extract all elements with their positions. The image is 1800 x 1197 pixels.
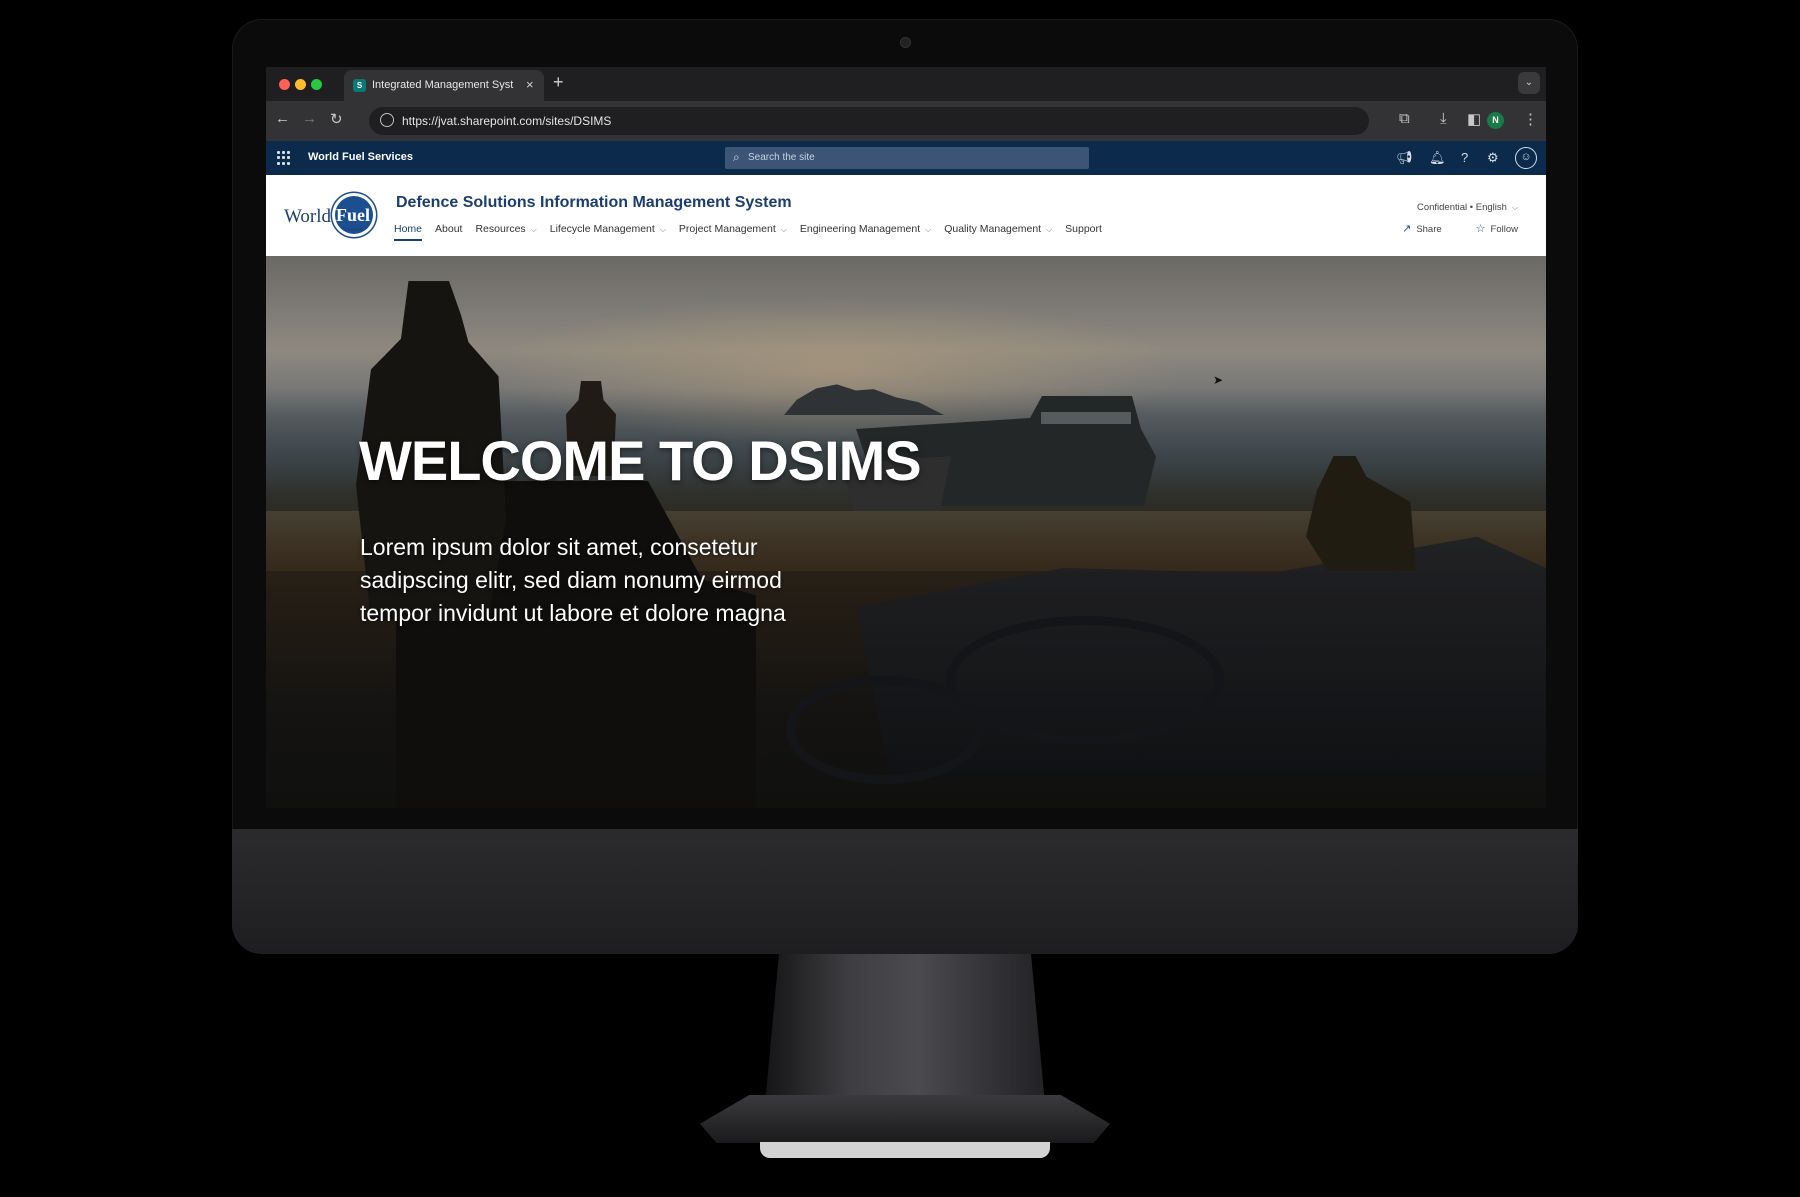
logo-word-fuel: Fuel <box>336 205 370 225</box>
account-icon[interactable]: ☺ <box>1515 147 1537 169</box>
nav-item-resources[interactable]: Resources ⌵ <box>475 223 536 241</box>
mouse-cursor-icon: ➤ <box>1213 373 1224 387</box>
sharepoint-suite-bar: World Fuel Services ⌕ Search the site 📢︎… <box>266 141 1546 175</box>
classification-label: Confidential <box>1416 202 1468 213</box>
tab-title: Integrated Management Syst <box>372 79 514 91</box>
nav-item-home[interactable]: Home <box>394 223 423 241</box>
site-info-icon[interactable] <box>380 113 394 127</box>
nav-item-engineering-management[interactable]: Engineering Management ⌵ <box>800 223 931 241</box>
help-icon[interactable]: ? <box>1461 150 1468 165</box>
nav-label: Project Management <box>678 223 776 235</box>
chevron-down-icon: ⌵ <box>530 225 537 234</box>
app-launcher-icon[interactable] <box>277 151 291 165</box>
camera <box>901 38 910 47</box>
back-arrow-icon[interactable]: ← <box>275 110 290 127</box>
reload-icon[interactable]: ↻ <box>330 110 343 128</box>
site-navigation: Home About Resources ⌵ Lifecycle Manageme… <box>394 223 1102 241</box>
url-text[interactable]: https://jvat.sharepoint.com/sites/DSIMS <box>402 114 611 128</box>
address-bar[interactable]: https://jvat.sharepoint.com/sites/DSIMS <box>369 107 1369 135</box>
new-tab-button[interactable]: + <box>553 72 564 93</box>
screen: S Integrated Management Syst × + ⌄ ← → ↻… <box>266 67 1546 808</box>
follow-label: Follow <box>1490 224 1518 235</box>
nav-label: Support <box>1065 223 1102 235</box>
site-header: World Fuel Services Defence Solutions In… <box>266 175 1546 256</box>
stand-reflection <box>760 1142 1050 1158</box>
browser-tab-strip: S Integrated Management Syst × + ⌄ <box>266 67 1546 101</box>
side-panel-icon[interactable]: ◧ <box>1467 110 1481 128</box>
search-icon: ⌕ <box>733 150 740 164</box>
header-actions: ↗ Share ☆ Follow <box>1402 222 1518 235</box>
site-title[interactable]: Defence Solutions Information Management… <box>396 194 792 212</box>
settings-icon[interactable]: ⚙ <box>1487 150 1499 166</box>
site-search-input[interactable]: ⌕ Search the site <box>725 147 1089 169</box>
nav-label: Lifecycle Management <box>549 223 655 235</box>
language-selector[interactable]: English ⌵ <box>1476 202 1518 213</box>
nav-label: Home <box>394 223 423 235</box>
language-label: English <box>1475 202 1507 213</box>
chevron-down-icon: ⌵ <box>780 225 787 234</box>
hero-text: Lorem ipsum dolor sit amet, consetetur s… <box>360 534 786 626</box>
browser-toolbar: ← → ↻ https://jvat.sharepoint.com/sites/… <box>266 101 1546 141</box>
profile-avatar[interactable]: N <box>1487 112 1504 129</box>
star-icon: ☆ <box>1475 223 1486 235</box>
org-name[interactable]: World Fuel Services <box>308 151 413 163</box>
nav-label: Engineering Management <box>799 223 921 235</box>
nav-label: About <box>435 223 463 235</box>
share-icon: ↗ <box>1402 223 1412 235</box>
chevron-down-icon: ⌵ <box>659 225 666 234</box>
tab-search-chevron-icon[interactable]: ⌄ <box>1518 72 1540 94</box>
hero-title: WELCOME TO DSIMS <box>359 429 922 492</box>
browser-tab[interactable]: S Integrated Management Syst × <box>344 70 544 101</box>
browser-menu-icon[interactable]: ⋮ <box>1523 110 1538 128</box>
monitor-stand <box>765 954 1045 1104</box>
search-placeholder: Search the site <box>748 152 815 163</box>
chevron-down-icon: ⌵ <box>1511 203 1518 212</box>
chevron-down-icon: ⌵ <box>1046 225 1053 234</box>
nav-item-support[interactable]: Support <box>1065 223 1102 241</box>
logo-word-world: World <box>284 206 332 227</box>
megaphone-icon[interactable]: 📢︎ <box>1396 150 1413 166</box>
close-tab-icon[interactable]: × <box>526 77 534 92</box>
forward-arrow-icon[interactable]: → <box>302 110 317 127</box>
extensions-icon[interactable]: ⧉ <box>1399 110 1410 127</box>
separator-dot: • <box>1469 202 1474 213</box>
minimize-window-button[interactable] <box>295 79 306 90</box>
world-fuel-logo[interactable]: World Fuel Services <box>284 191 380 241</box>
download-icon[interactable]: ⤓ <box>1440 110 1447 127</box>
nav-item-quality-management[interactable]: Quality Management ⌵ <box>944 223 1052 241</box>
nav-item-about[interactable]: About <box>435 223 462 241</box>
nav-label: Quality Management <box>944 223 1042 235</box>
close-window-button[interactable] <box>279 79 290 90</box>
logo-subtext: Services <box>343 227 363 233</box>
sharepoint-favicon-icon: S <box>353 79 366 92</box>
classification-language: Confidential • English ⌵ <box>1417 202 1518 213</box>
nav-label: Resources <box>475 223 526 235</box>
hero-banner: ➤ WELCOME TO DSIMS Lorem ipsum dolor sit… <box>266 256 1546 808</box>
follow-button[interactable]: ☆ Follow <box>1476 222 1518 235</box>
nav-item-project-management[interactable]: Project Management ⌵ <box>679 223 787 241</box>
share-button[interactable]: ↗ Share <box>1402 222 1442 235</box>
maximize-window-button[interactable] <box>311 79 322 90</box>
nav-item-lifecycle-management[interactable]: Lifecycle Management ⌵ <box>550 223 666 241</box>
chevron-down-icon: ⌵ <box>925 225 932 234</box>
monitor-chin <box>232 829 1578 954</box>
monitor-stand-base <box>700 1095 1110 1143</box>
share-label: Share <box>1416 224 1442 235</box>
bell-icon[interactable]: 🔔︎ <box>1429 150 1446 166</box>
